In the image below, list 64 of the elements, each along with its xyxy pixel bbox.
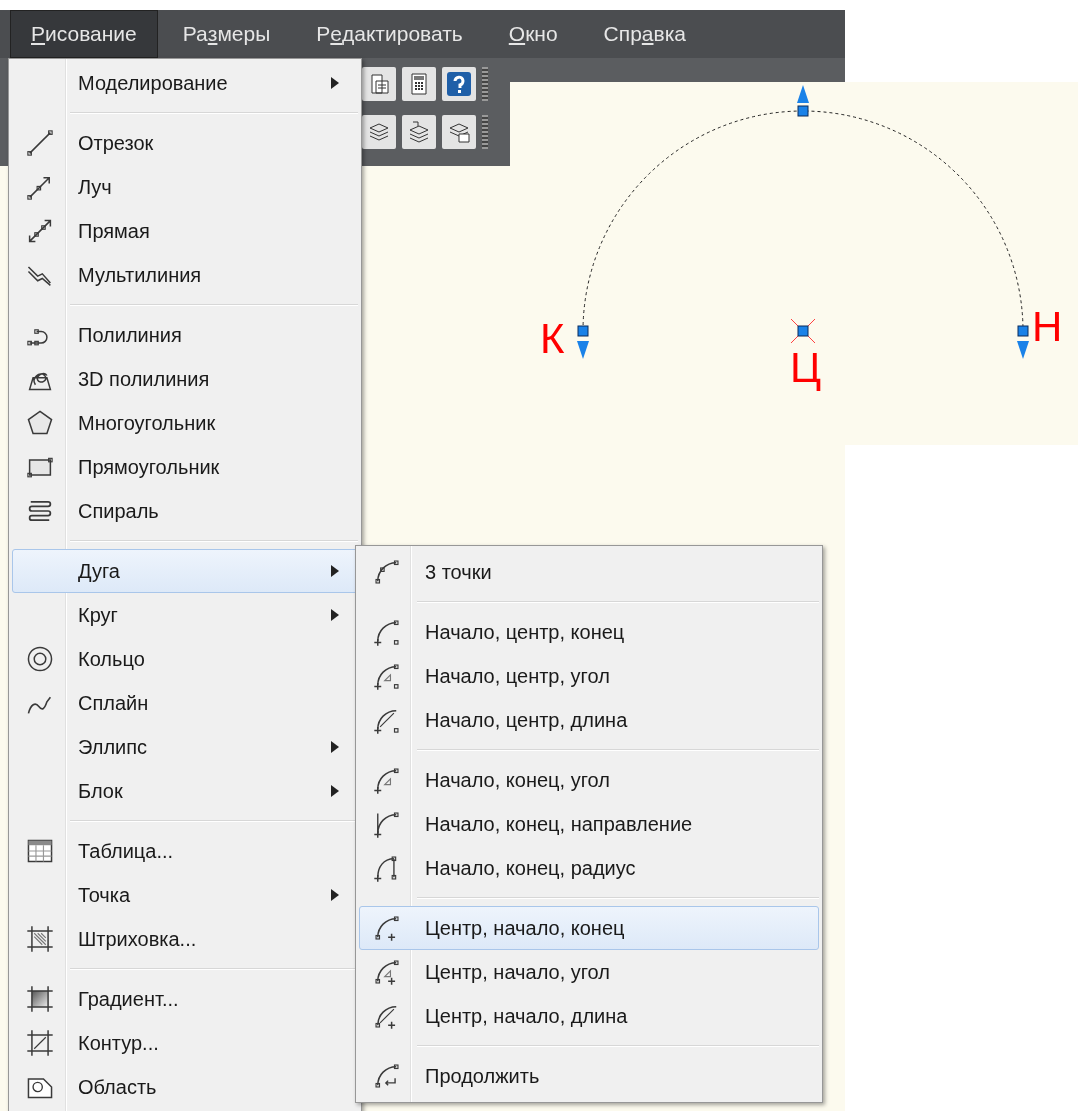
arc-icon [371,809,402,839]
menu-item[interactable]: Сплайн [12,681,358,725]
menu-item[interactable]: Прямоугольник [12,445,358,489]
menu-item[interactable]: Начало, центр, угол [359,654,819,698]
clipboard-icon[interactable] [362,67,396,101]
menu-item[interactable]: 3D полилиния [12,357,358,401]
layers-icon[interactable] [442,115,476,149]
point-label: К [540,318,565,360]
menu-item[interactable]: Многоугольник [12,401,358,445]
arrow-grip[interactable] [797,85,809,103]
menu-item[interactable]: Продолжить [359,1054,819,1098]
menu-item[interactable]: Отрезок [12,121,358,165]
menu-item[interactable]: Штриховка... [12,917,358,961]
menu-item[interactable]: Луч [12,165,358,209]
menu-item[interactable]: Градиент... [12,977,358,1021]
arc-icon [371,765,402,795]
boundary-icon [24,1028,55,1058]
layers-icon[interactable] [362,115,396,149]
menu-bar-item[interactable]: Редактировать [295,10,484,58]
layers-icon[interactable] [402,115,436,149]
menu-item[interactable]: Центр, начало, длина [359,994,819,1038]
point-label: Н [1032,306,1063,348]
help-icon[interactable] [442,67,476,101]
menu-item[interactable]: Кольцо [12,637,358,681]
arc-icon [371,617,402,647]
menu-item[interactable]: Начало, центр, конец [359,610,819,654]
menu-item[interactable]: Прямая [12,209,358,253]
line-icon [24,128,55,158]
menu-item[interactable]: Полилиния [12,313,358,357]
menu-bar-item[interactable]: Рисование [10,10,158,58]
menu-bar-item[interactable]: Справка [582,10,707,58]
toolbar-grip[interactable] [482,67,488,101]
menu-item[interactable]: Начало, конец, радиус [359,846,819,890]
menu-item[interactable]: Начало, конец, угол [359,758,819,802]
calculator-icon[interactable] [402,67,436,101]
menu-item[interactable]: Дуга [12,549,358,593]
toolbar-grip[interactable] [482,115,488,149]
menu-item[interactable]: Круг [12,593,358,637]
menu-item[interactable]: Таблица... [12,829,358,873]
menu-item[interactable]: Область [12,1065,358,1109]
menu-item[interactable]: Блок [12,769,358,813]
grip-handle[interactable] [1017,325,1029,337]
menu-bar-item[interactable]: Окно [487,10,579,58]
menu-item[interactable]: Контур... [12,1021,358,1065]
menu-item[interactable]: Центр, начало, угол [359,950,819,994]
menu-item[interactable]: Центр, начало, конец [359,906,819,950]
menu-item[interactable]: Начало, центр, длина [359,698,819,742]
menu-item[interactable]: Моделирование [12,61,358,105]
menu-item[interactable]: Спираль [12,489,358,533]
center-marker[interactable] [790,318,816,344]
arrow-grip[interactable] [1017,341,1029,359]
menu-item[interactable]: Эллипс [12,725,358,769]
arc-icon [371,661,402,691]
menu-item[interactable]: 3 точки [359,550,819,594]
grip-handle[interactable] [577,325,589,337]
menu-item[interactable]: Мультилиния [12,253,358,297]
point-label: Ц [790,347,822,389]
menu-bar-item[interactable]: Размеры [161,10,292,58]
menu-item[interactable]: Начало, конец, направление [359,802,819,846]
arrow-grip[interactable] [577,341,589,359]
hatch-icon [24,924,55,954]
menu-item[interactable]: Точка [12,873,358,917]
gradient-icon [24,984,55,1014]
grip-handle[interactable] [797,105,809,117]
